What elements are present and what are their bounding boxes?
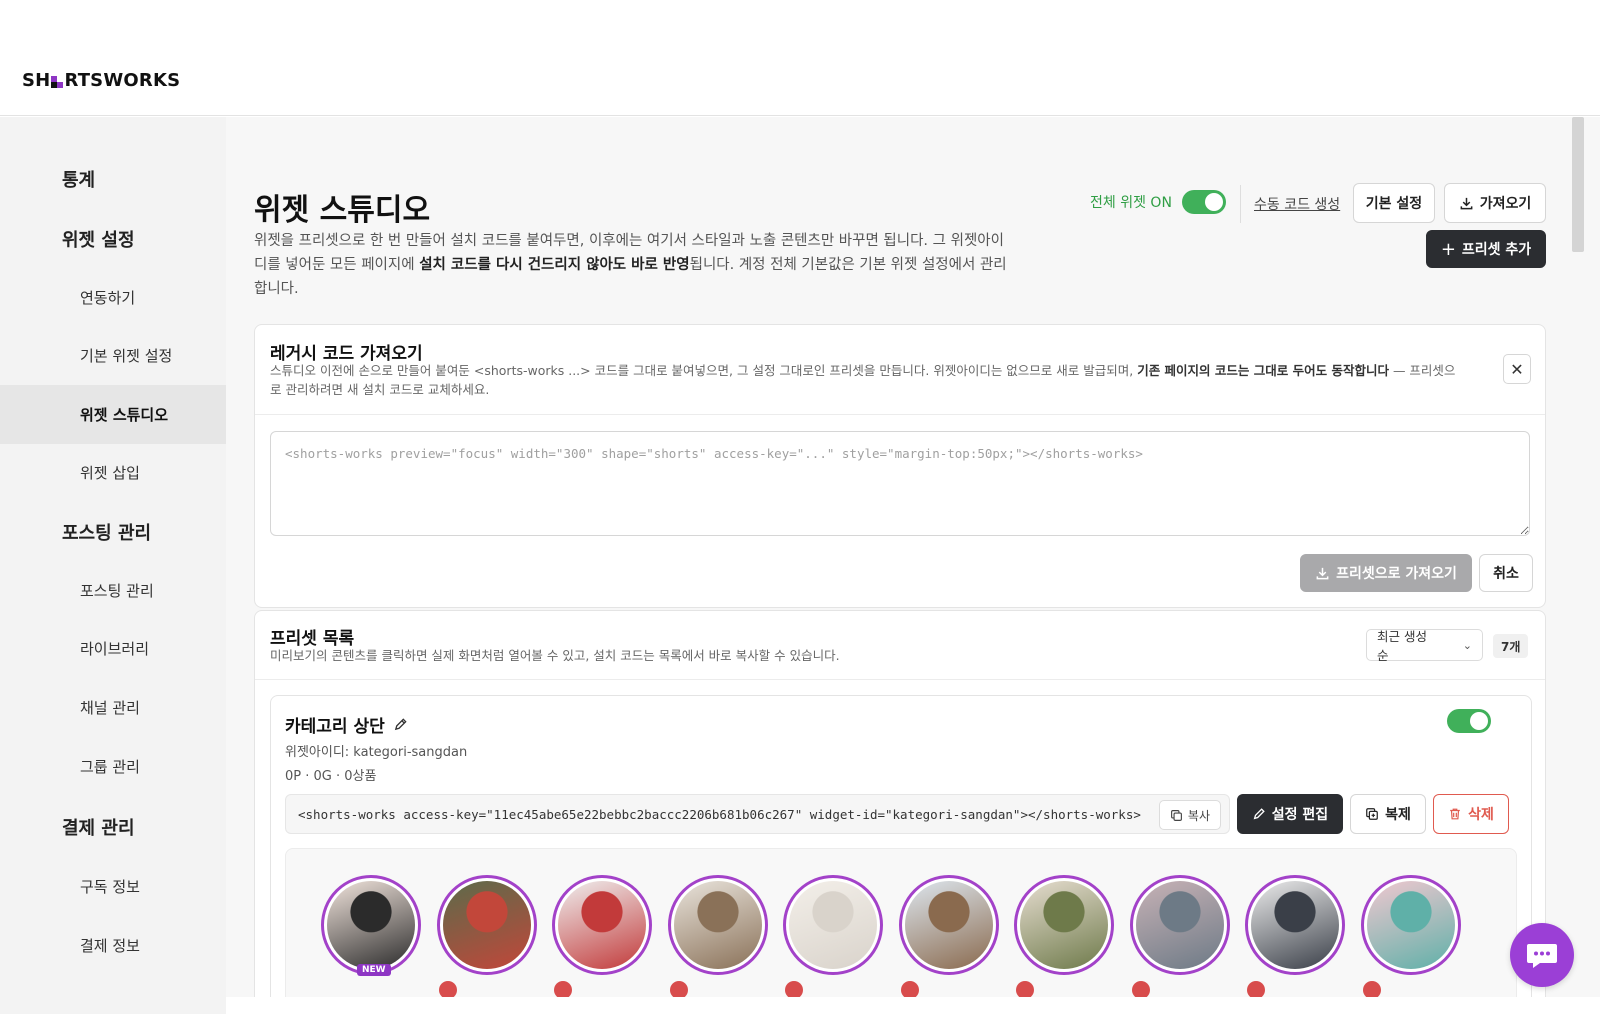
sidebar-item-billing[interactable]: 결제 관리 (0, 797, 226, 856)
global-toggle-label: 전체 위젯 ON (1090, 195, 1172, 211)
preset-widget-id: 위젯아이디: kategori-sangdan (285, 745, 468, 760)
legacy-code-input[interactable] (270, 431, 1530, 536)
preset-item: 카테고리 상단 위젯아이디: kategori-sangdan 0P · 0G … (270, 695, 1532, 997)
preview-thumbnail[interactable] (898, 875, 999, 975)
sidebar-item-posting-group[interactable]: 포스팅 관리 (0, 502, 226, 561)
manual-code-link[interactable]: 수동 코드 생성 (1254, 194, 1340, 214)
add-preset-button[interactable]: + 프리셋 추가 (1426, 230, 1546, 268)
preview-thumbnail[interactable] (1360, 875, 1461, 975)
sidebar: 통계 위젯 설정 연동하기 기본 위젯 설정 위젯 스튜디오 위젯 삽입 포스팅… (0, 117, 226, 1014)
copy-icon (1170, 809, 1182, 821)
divider (1240, 185, 1241, 223)
install-code: <shorts-works access-key="11ec45abe65e22… (298, 806, 1141, 822)
sidebar-item-widget-studio[interactable]: 위젯 스튜디오 (0, 385, 226, 444)
preset-list-description: 미리보기의 콘텐츠를 클릭하면 실제 화면처럼 열어볼 수 있고, 설치 코드는… (270, 648, 840, 663)
sidebar-item-channels[interactable]: 채널 관리 (0, 678, 226, 737)
preview-thumbnail[interactable] (552, 875, 652, 975)
preset-list-card: 프리셋 목록 미리보기의 콘텐츠를 클릭하면 실제 화면처럼 열어볼 수 있고,… (254, 610, 1546, 997)
divider (255, 679, 1545, 680)
logo[interactable]: SH RTSWORKS (22, 70, 180, 91)
preview-thumbnail[interactable] (1245, 875, 1345, 975)
logo-mark-icon (51, 75, 64, 88)
edit-settings-button[interactable]: 설정 편집 (1237, 794, 1343, 834)
plus-icon: + (1440, 238, 1456, 260)
delete-button[interactable]: 삭제 (1433, 794, 1509, 834)
logo-text-right: RTSWORKS (64, 70, 181, 91)
thumbnail-image (558, 881, 646, 969)
channel-avatar (1247, 981, 1265, 997)
thumbnail-image (327, 881, 415, 969)
import-button[interactable]: 가져오기 (1444, 183, 1546, 223)
pencil-icon[interactable] (393, 717, 408, 732)
preview-thumbnail[interactable] (1014, 875, 1114, 975)
channel-avatar (1362, 981, 1381, 997)
channel-avatar (1131, 981, 1150, 997)
sidebar-item-subscription[interactable]: 구독 정보 (0, 857, 226, 916)
thumbnail-image (442, 881, 531, 969)
thumbnail-image (1251, 881, 1339, 969)
page-title: 위젯 스튜디오 (254, 193, 431, 228)
chevron-down-icon: ⌄ (1462, 638, 1472, 652)
top-bar: SH RTSWORKS (0, 0, 1600, 116)
page-description: 위젯을 프리셋으로 한 번 만들어 설치 코드를 붙여두면, 이후에는 여기서 … (254, 233, 1007, 297)
sidebar-item-widget-settings[interactable]: 위젯 설정 (0, 209, 226, 268)
thumbnail-image (1020, 881, 1108, 969)
preset-count-badge: 7개 (1493, 634, 1529, 658)
channel-avatar (669, 981, 688, 997)
sidebar-item-payment[interactable]: 결제 정보 (0, 916, 226, 975)
channel-avatar (785, 981, 803, 997)
main-content: 위젯 스튜디오 위젯을 프리셋으로 한 번 만들어 설치 코드를 붙여두면, 이… (226, 117, 1600, 997)
new-badge: NEW (357, 964, 391, 976)
preset-preview: NEW (285, 848, 1517, 997)
legacy-description: 스튜디오 이전에 손으로 만들어 붙여둔 <shorts-works ...> … (270, 363, 1456, 397)
global-widget-toggle[interactable]: 전체 위젯 ON (1090, 190, 1226, 214)
preview-thumbnail[interactable] (436, 875, 537, 975)
import-as-preset-button[interactable]: 프리셋으로 가져오기 (1300, 554, 1472, 592)
global-toggle-switch[interactable] (1181, 190, 1226, 214)
copy-button[interactable]: 복사 (1158, 800, 1221, 830)
install-code-box: <shorts-works access-key="11ec45abe65e22… (285, 794, 1230, 834)
channel-avatar (900, 981, 919, 997)
channel-avatar (438, 981, 457, 997)
preview-thumbnail[interactable] (783, 875, 883, 975)
preview-thumbnail[interactable] (667, 875, 768, 975)
scrollbar[interactable] (1572, 117, 1584, 252)
thumbnail-image (1366, 881, 1455, 969)
download-icon (1460, 197, 1473, 209)
preset-name[interactable]: 카테고리 상단 (285, 712, 408, 737)
download-icon (1316, 567, 1329, 579)
duplicate-icon (1366, 808, 1378, 820)
cancel-button[interactable]: 취소 (1479, 554, 1533, 592)
sidebar-item-stats[interactable]: 통계 (0, 149, 226, 208)
preview-thumbnail[interactable] (1129, 875, 1230, 975)
channel-avatar (1016, 981, 1034, 997)
preset-enabled-toggle[interactable] (1447, 709, 1491, 733)
thumbnail-image (673, 881, 762, 969)
sort-select[interactable]: 최근 생성순 ⌄ (1366, 629, 1483, 663)
thumbnail-image (789, 881, 877, 969)
thumbnail-image (904, 881, 993, 969)
chat-button[interactable] (1510, 923, 1574, 987)
preview-thumbnail[interactable]: NEW (321, 875, 421, 976)
sidebar-item-groups[interactable]: 그룹 관리 (0, 737, 226, 796)
sidebar-item-library[interactable]: 라이브러리 (0, 619, 226, 678)
channel-avatar (554, 981, 572, 997)
close-icon[interactable]: ✕ (1503, 354, 1531, 384)
sidebar-item-integration[interactable]: 연동하기 (0, 268, 226, 327)
chat-icon (1527, 944, 1557, 968)
trash-icon (1450, 808, 1460, 820)
default-settings-button[interactable]: 기본 설정 (1353, 183, 1435, 223)
duplicate-button[interactable]: 복제 (1350, 794, 1426, 834)
thumbnail-image (1135, 881, 1224, 969)
logo-text-left: SH (22, 70, 51, 91)
sidebar-item-default-widget[interactable]: 기본 위젯 설정 (0, 326, 226, 385)
preset-stats: 0P · 0G · 0상품 (285, 769, 377, 784)
sidebar-item-posting[interactable]: 포스팅 관리 (0, 561, 226, 620)
pencil-icon (1253, 808, 1265, 820)
legacy-import-card: 레거시 코드 가져오기 스튜디오 이전에 손으로 만들어 붙여둔 <shorts… (254, 324, 1546, 608)
sidebar-item-widget-insert[interactable]: 위젯 삽입 (0, 443, 226, 502)
bottom-edge (226, 997, 1600, 1014)
divider (255, 414, 1545, 415)
